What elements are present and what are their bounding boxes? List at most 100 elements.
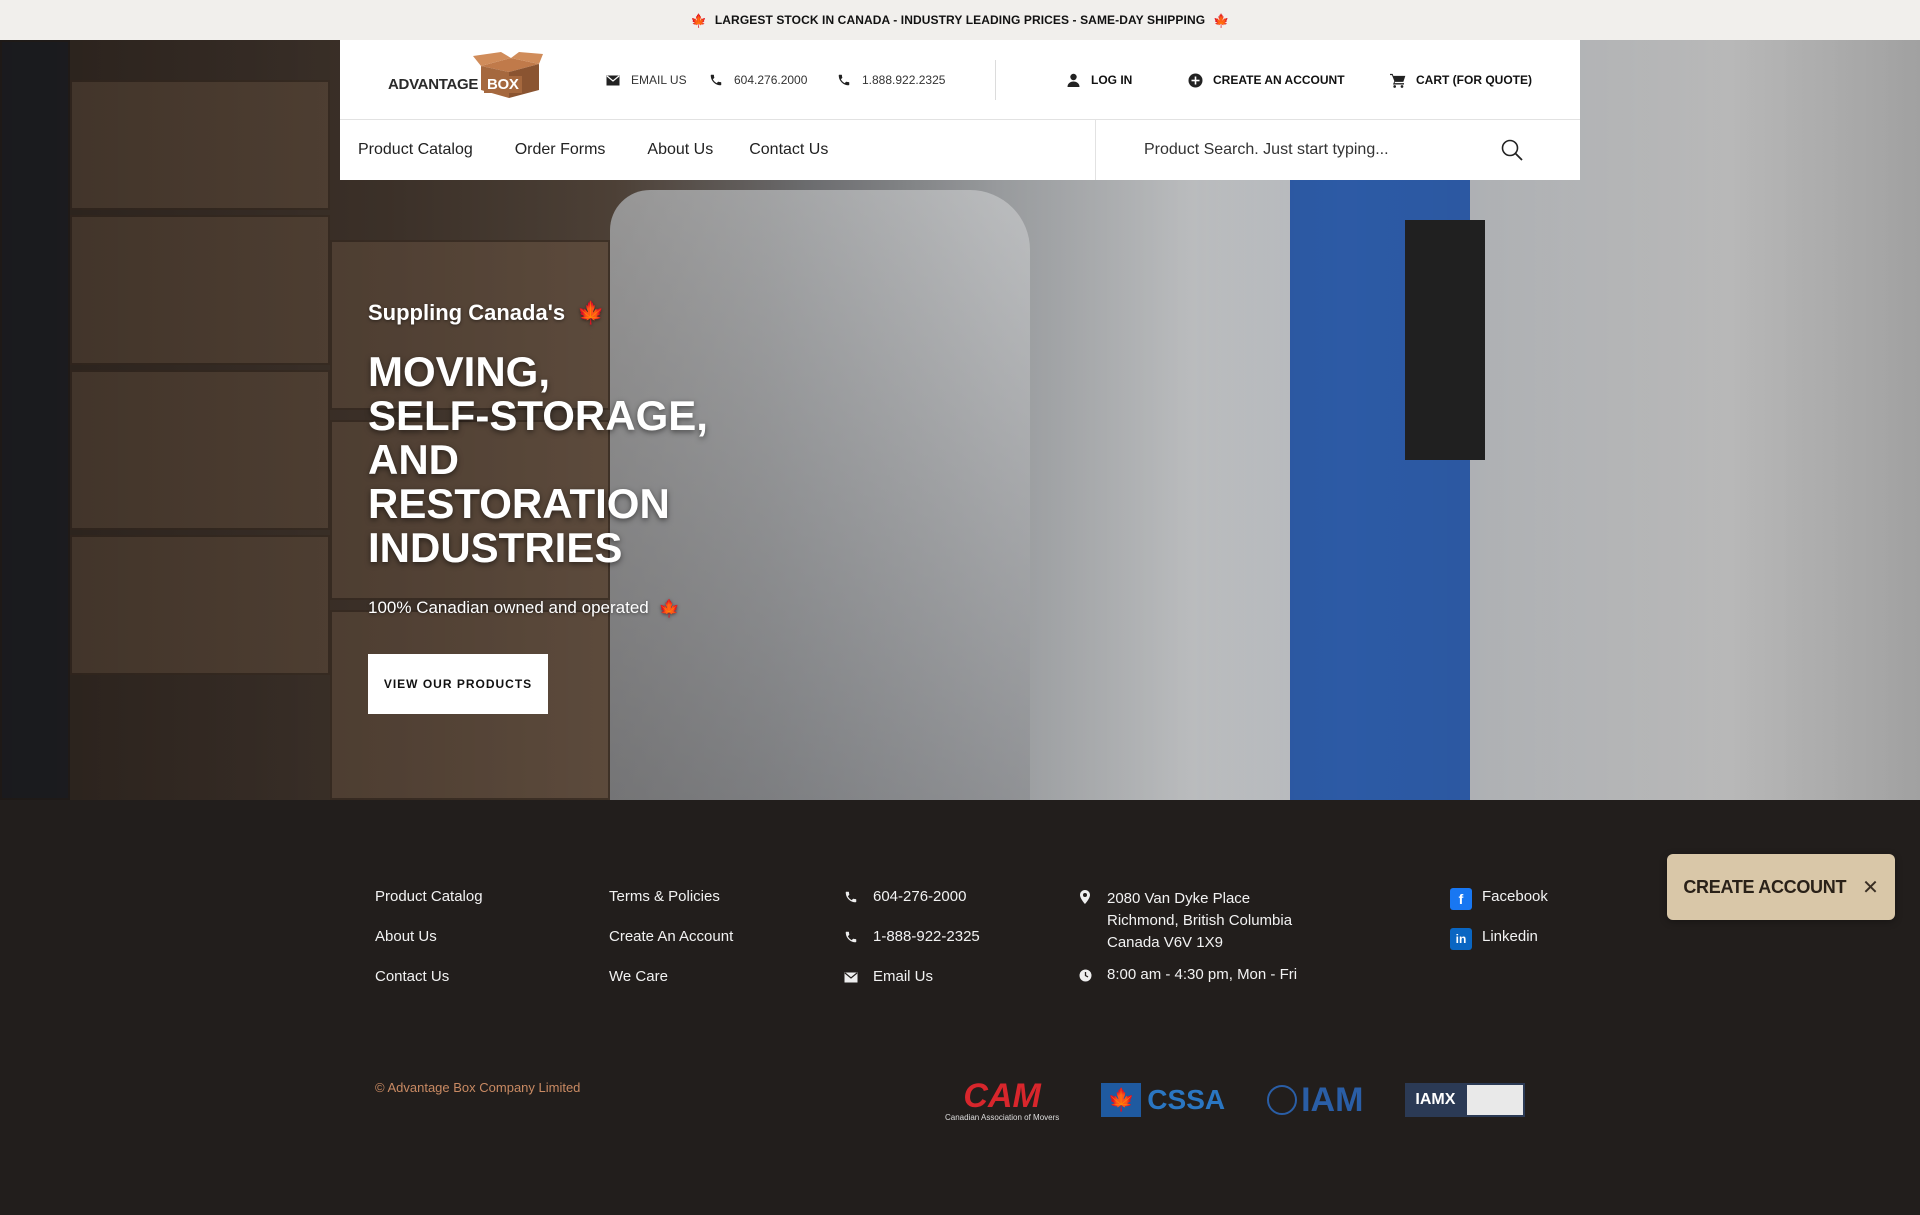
footer-email-link[interactable]: Email Us <box>843 968 980 1008</box>
footer-phone-local-label: 604-276-2000 <box>873 888 967 905</box>
phone-icon <box>836 72 852 88</box>
address-line: Canada V6V 1X9 <box>1107 934 1223 951</box>
site-footer: Product Catalog About Us Contact Us Term… <box>0 800 1920 1215</box>
cam-caption: Canadian Association of Movers <box>945 1112 1060 1122</box>
footer-link-terms[interactable]: Terms & Policies <box>609 888 733 928</box>
hero-content: Suppling Canada's 🍁 MOVING, SELF-STORAGE… <box>368 300 768 714</box>
linkedin-link[interactable]: in Linkedin <box>1450 928 1548 968</box>
phone-icon <box>843 889 859 905</box>
envelope-icon <box>605 72 621 88</box>
search-bar <box>1095 120 1580 180</box>
hero-subtitle-text: 100% Canadian owned and operated <box>368 598 649 617</box>
linkedin-label: Linkedin <box>1482 928 1538 945</box>
phone-tollfree-label: 1.888.922.2325 <box>862 73 946 87</box>
address-line: Richmond, British Columbia <box>1107 912 1293 929</box>
map-pin-icon <box>1077 889 1093 905</box>
iamx-badge: IAMX <box>1405 1070 1526 1130</box>
footer-phone-local[interactable]: 604-276-2000 <box>843 888 980 928</box>
email-us-link[interactable]: EMAIL US <box>605 66 687 94</box>
email-us-label: EMAIL US <box>631 73 687 87</box>
footer-phone-tollfree[interactable]: 1-888-922-2325 <box>843 928 980 968</box>
footer-links-col1: Product Catalog About Us Contact Us <box>375 888 483 1008</box>
footer-link-we-care[interactable]: We Care <box>609 968 733 1008</box>
address-line: 2080 Van Dyke Place <box>1107 890 1251 907</box>
envelope-icon <box>843 969 859 985</box>
main-nav: Product Catalog Order Forms About Us Con… <box>358 120 870 180</box>
create-account-link[interactable]: CREATE AN ACCOUNT <box>1187 66 1345 94</box>
logo-word-right: BOX <box>483 76 522 93</box>
hours-text: 8:00 am - 4:30 pm, Mon - Fri <box>1107 966 1298 983</box>
search-button[interactable] <box>1496 134 1528 166</box>
maple-leaf-icon: 🍁 <box>1213 12 1230 28</box>
facebook-icon: f <box>1450 888 1472 910</box>
footer-address: 2080 Van Dyke Place Richmond, British Co… <box>1077 888 1297 966</box>
close-icon[interactable]: ✕ <box>1862 875 1879 900</box>
user-icon <box>1065 72 1081 88</box>
clock-icon <box>1077 967 1093 983</box>
nav-about-us[interactable]: About Us <box>647 141 713 159</box>
phone-local-link[interactable]: 604.276.2000 <box>708 66 807 94</box>
logo-word-left: ADVANTAGE <box>388 76 479 93</box>
nav-order-forms[interactable]: Order Forms <box>515 141 606 159</box>
announcement-bar: 🍁 LARGEST STOCK IN CANADA - INDUSTRY LEA… <box>0 0 1920 40</box>
hero-title-line: INDUSTRIES <box>368 524 623 571</box>
phone-tollfree-link[interactable]: 1.888.922.2325 <box>836 66 945 94</box>
facebook-label: Facebook <box>1482 888 1548 905</box>
association-badges: CAM Canadian Association of Movers 🍁 CSS… <box>945 1070 1526 1130</box>
hero-kicker: Suppling Canada's 🍁 <box>368 300 768 326</box>
maple-leaf-icon: 🍁 <box>577 300 605 325</box>
hero-subtitle: 100% Canadian owned and operated 🍁 <box>368 598 768 618</box>
hero-title-line: AND RESTORATION <box>368 436 670 527</box>
footer-email-label: Email Us <box>873 968 934 985</box>
create-account-popup-label: CREATE ACCOUNT <box>1683 876 1847 897</box>
footer-link-create-account[interactable]: Create An Account <box>609 928 733 968</box>
nav-contact-us[interactable]: Contact Us <box>749 141 828 159</box>
facebook-link[interactable]: f Facebook <box>1450 888 1548 928</box>
site-header: ADVANTAGE BOX EMAIL US 604.276.2000 1.88… <box>340 40 1580 180</box>
footer-link-contact-us[interactable]: Contact Us <box>375 968 483 1008</box>
globe-icon <box>1267 1085 1298 1115</box>
cart-link[interactable]: CART (FOR QUOTE) <box>1390 66 1532 94</box>
footer-phone-tollfree-label: 1-888-922-2325 <box>873 928 980 945</box>
header-nav-row: Product Catalog Order Forms About Us Con… <box>340 120 1580 180</box>
cart-label: CART (FOR QUOTE) <box>1416 73 1532 87</box>
iam-badge: IAM <box>1267 1070 1363 1130</box>
cam-badge: CAM Canadian Association of Movers <box>945 1070 1059 1130</box>
footer-social-col: f Facebook in Linkedin <box>1450 888 1548 968</box>
maple-leaf-icon: 🍁 <box>690 12 707 28</box>
log-in-label: LOG IN <box>1091 73 1133 87</box>
iamx-logo-text: IAMX <box>1405 1083 1466 1117</box>
log-in-link[interactable]: LOG IN <box>1065 66 1132 94</box>
hero-title: MOVING, SELF-STORAGE, AND RESTORATION IN… <box>368 350 768 570</box>
cam-logo-text: CAM <box>963 1076 1041 1115</box>
logo[interactable]: ADVANTAGE BOX <box>388 52 548 104</box>
hero-title-line: SELF-STORAGE, <box>368 392 708 439</box>
create-account-label: CREATE AN ACCOUNT <box>1213 73 1345 87</box>
create-account-popup[interactable]: CREATE ACCOUNT ✕ <box>1667 854 1895 920</box>
footer-hours: 8:00 am - 4:30 pm, Mon - Fri <box>1077 966 1297 1006</box>
phone-local-label: 604.276.2000 <box>734 73 808 87</box>
search-icon <box>1501 139 1523 161</box>
phone-icon <box>843 929 859 945</box>
announcement-text: LARGEST STOCK IN CANADA - INDUSTRY LEADI… <box>714 13 1206 27</box>
validated-seal <box>1465 1083 1526 1117</box>
footer-link-product-catalog[interactable]: Product Catalog <box>375 888 483 928</box>
linkedin-icon: in <box>1450 928 1472 950</box>
footer-link-about-us[interactable]: About Us <box>375 928 483 968</box>
hero-kicker-text: Suppling Canada's <box>368 300 566 325</box>
phone-icon <box>708 72 724 88</box>
header-top-row: ADVANTAGE BOX EMAIL US 604.276.2000 1.88… <box>340 40 1580 120</box>
footer-address-col: 2080 Van Dyke Place Richmond, British Co… <box>1077 888 1297 1006</box>
maple-leaf-icon: 🍁 <box>1101 1083 1142 1117</box>
cssa-logo-text: CSSA <box>1147 1084 1226 1115</box>
maple-leaf-icon: 🍁 <box>658 598 680 618</box>
footer-links-col2: Terms & Policies Create An Account We Ca… <box>609 888 733 1008</box>
nav-product-catalog[interactable]: Product Catalog <box>358 141 473 159</box>
cart-icon <box>1390 72 1406 88</box>
view-products-button[interactable]: VIEW OUR PRODUCTS <box>368 654 548 714</box>
cssa-badge: 🍁 CSSA <box>1101 1070 1225 1130</box>
footer-contact-col: 604-276-2000 1-888-922-2325 Email Us <box>843 888 980 1008</box>
search-input[interactable] <box>1144 136 1504 164</box>
iam-logo-text: IAM <box>1301 1080 1364 1119</box>
hero-title-line: MOVING, <box>368 348 551 395</box>
